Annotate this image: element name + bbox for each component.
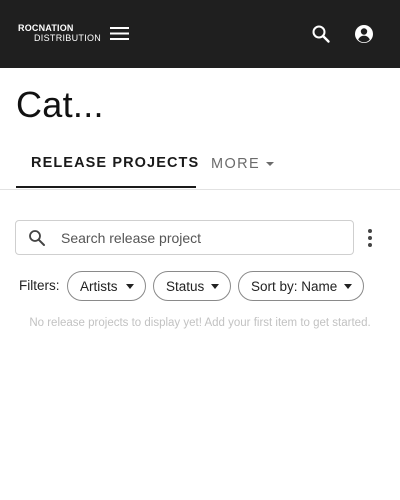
page-title: Cat...: [16, 84, 104, 125]
more-options-icon[interactable]: [362, 226, 378, 250]
tab-more-label: MORE: [211, 156, 261, 172]
status-filter-label: Status: [166, 278, 205, 294]
tab-more[interactable]: MORE: [211, 140, 275, 188]
search-icon[interactable]: [309, 22, 333, 46]
empty-state-message: No release projects to display yet! Add …: [29, 317, 371, 329]
search-icon: [28, 229, 46, 247]
artists-filter-chip[interactable]: Artists: [67, 271, 146, 301]
filters-label: Filters:: [19, 278, 60, 293]
brand-logo[interactable]: ROCNATION DISTRIBUTION: [18, 23, 102, 43]
brand-subtitle: DISTRIBUTION: [34, 33, 102, 43]
caret-down-icon: [266, 162, 275, 166]
hamburger-menu-icon[interactable]: [108, 22, 132, 46]
brand-name: ROCNATION: [18, 23, 74, 33]
tab-release-projects[interactable]: RELEASE PROJECTS: [16, 140, 200, 188]
sort-by-label: Sort by: Name: [251, 278, 338, 294]
status-filter-chip[interactable]: Status: [153, 271, 231, 301]
account-circle-icon[interactable]: [351, 21, 377, 47]
caret-down-icon: [211, 284, 219, 289]
caret-down-icon: [344, 284, 352, 289]
artists-filter-label: Artists: [80, 278, 118, 294]
search-field[interactable]: [15, 220, 354, 255]
search-input[interactable]: [61, 221, 346, 254]
tab-release-projects-label: RELEASE PROJECTS: [31, 155, 200, 171]
caret-down-icon: [126, 284, 134, 289]
top-app-bar: ROCNATION DISTRIBUTION: [0, 0, 400, 68]
sort-by-chip[interactable]: Sort by: Name: [238, 271, 364, 301]
tab-bar: RELEASE PROJECTS MORE: [0, 140, 400, 190]
